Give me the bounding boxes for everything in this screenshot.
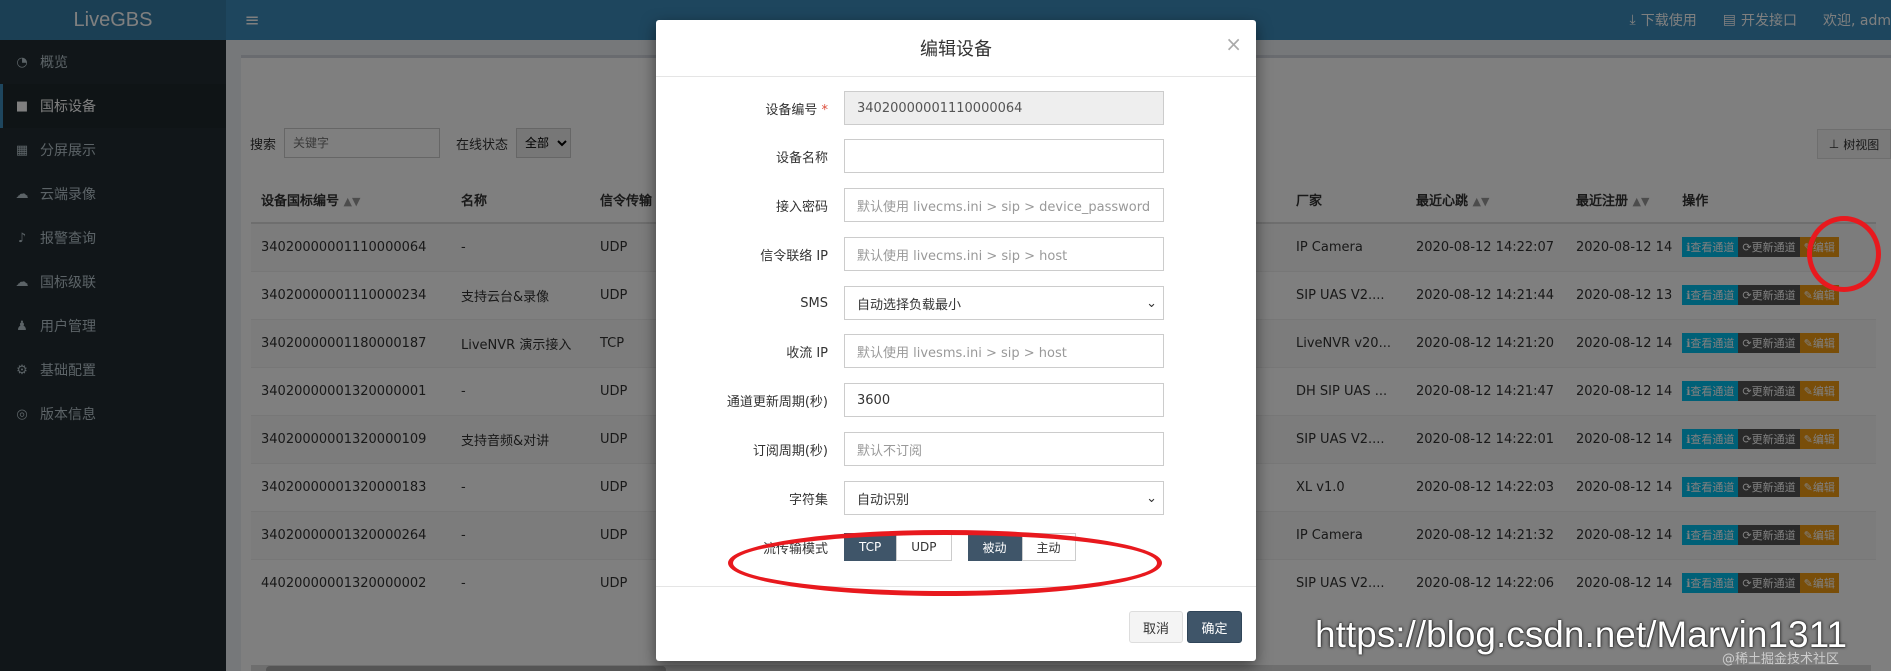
field-label: 订阅周期(秒) [752, 443, 828, 459]
cancel-button[interactable]: 取消 [1129, 611, 1183, 643]
field-sms: SMS 自动选择负载最小 ⌄ [656, 286, 1256, 320]
annotation-ring-stream-mode [728, 530, 1162, 596]
field-label: 信令联络 IP [760, 248, 828, 264]
field-label: 通道更新周期(秒) [726, 394, 828, 410]
field-label: 设备编号 * [765, 102, 828, 118]
field-device-name: 设备名称 [656, 139, 1256, 173]
modal-title: 编辑设备 [920, 39, 992, 60]
annotation-ring-edit [1807, 216, 1881, 292]
sms-selected-value: 自动选择负载最小 [857, 297, 962, 313]
modal-footer: 取消 确定 [656, 586, 1256, 661]
password-input[interactable]: 默认使用 livecms.ini > sip > device_password [844, 188, 1164, 222]
modal-header: 编辑设备 × [656, 20, 1256, 77]
confirm-button[interactable]: 确定 [1187, 611, 1242, 643]
field-subscribe-interval: 订阅周期(秒) 默认不订阅 [656, 432, 1256, 466]
field-label: SMS [800, 295, 828, 311]
field-signal-ip: 信令联络 IP 默认使用 livecms.ini > sip > host [656, 237, 1256, 271]
device-name-input[interactable] [844, 139, 1164, 173]
field-charset: 字符集 自动识别 ⌄ [656, 481, 1256, 515]
signal-ip-input[interactable]: 默认使用 livecms.ini > sip > host [844, 237, 1164, 271]
charset-selected-value: 自动识别 [857, 492, 910, 508]
chevron-down-icon: ⌄ [1146, 295, 1157, 311]
sms-select[interactable]: 自动选择负载最小 ⌄ [844, 286, 1164, 320]
field-device-id: 设备编号 * 34020000001110000064 [656, 91, 1256, 125]
close-icon[interactable]: × [1225, 32, 1242, 56]
stream-ip-input[interactable]: 默认使用 livesms.ini > sip > host [844, 334, 1164, 368]
field-label: 收流 IP [786, 345, 828, 361]
field-label: 设备名称 [775, 150, 828, 166]
channel-interval-input[interactable]: 3600 [844, 383, 1164, 417]
subscribe-interval-input[interactable]: 默认不订阅 [844, 432, 1164, 466]
watermark-small: @稀土掘金技术社区 [1722, 652, 1840, 667]
chevron-down-icon: ⌄ [1146, 490, 1157, 506]
field-label: 接入密码 [775, 199, 828, 215]
field-stream-ip: 收流 IP 默认使用 livesms.ini > sip > host [656, 334, 1256, 368]
field-channel-interval: 通道更新周期(秒) 3600 [656, 383, 1256, 417]
field-password: 接入密码 默认使用 livecms.ini > sip > device_pas… [656, 188, 1256, 222]
field-label: 字符集 [788, 492, 828, 508]
device-id-input[interactable]: 34020000001110000064 [844, 91, 1164, 125]
charset-select[interactable]: 自动识别 ⌄ [844, 481, 1164, 515]
